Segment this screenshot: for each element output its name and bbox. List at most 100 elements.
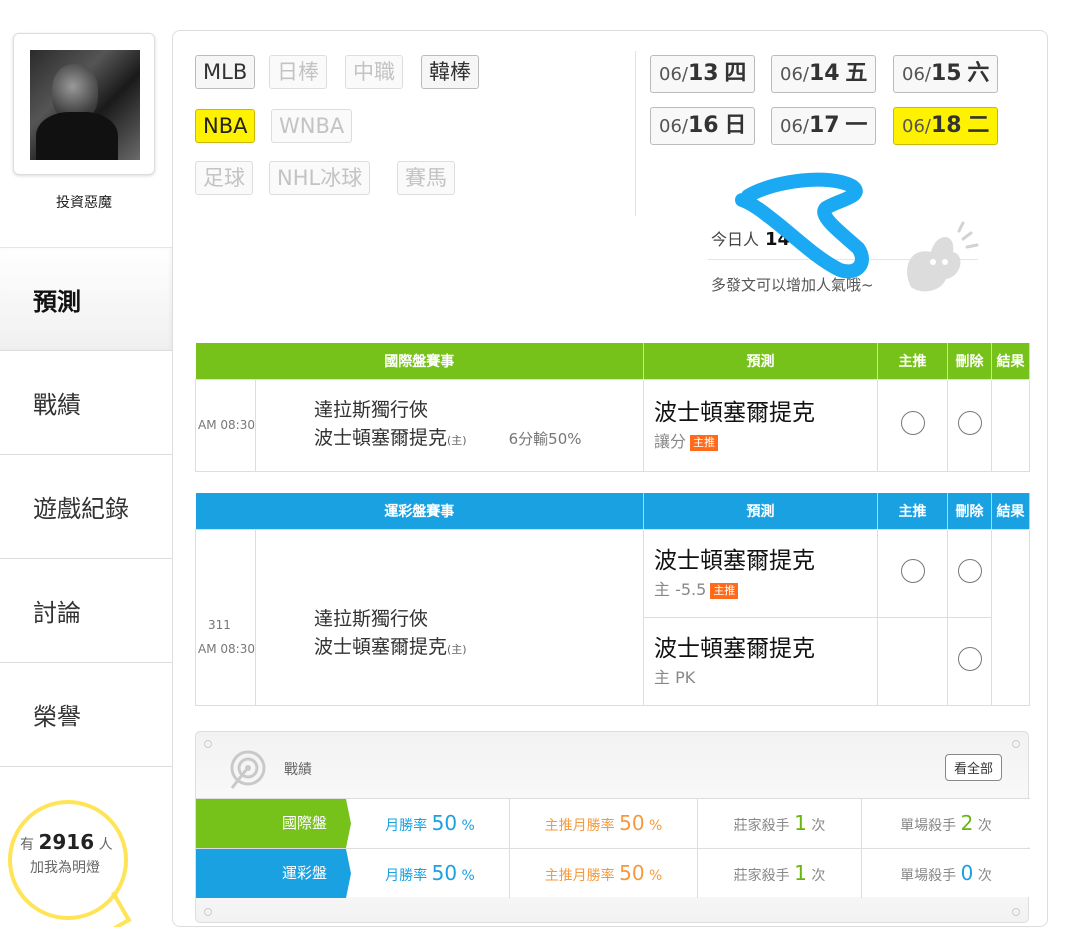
sports-header-main-pick: 主推: [877, 493, 948, 529]
avatar-frame[interactable]: [13, 33, 155, 175]
fans-cta[interactable]: 加我為明燈: [30, 857, 100, 877]
nav-item-game-log[interactable]: 遊戲紀錄: [0, 455, 172, 559]
game-teams: 達拉斯獨行俠 波士頓塞爾提克(主) 6分輸50%: [255, 378, 644, 472]
game-number: 311: [208, 618, 231, 632]
stat-row-sports: 運彩盤 月勝率 50 % 主推月勝率 50 % 莊家殺手 1 次 單場殺手 0 …: [196, 848, 1030, 898]
nav-item-record[interactable]: 戰績: [0, 351, 172, 455]
username: 投資惡魔: [56, 195, 112, 211]
see-all-button[interactable]: 看全部: [944, 754, 1002, 781]
main-pick-radio[interactable]: [900, 411, 925, 435]
nav-item-discussion[interactable]: 討論: [0, 559, 172, 663]
date-button-0616[interactable]: 06/16 日: [650, 107, 756, 145]
date-weekday: 五: [845, 61, 868, 86]
stat-unit: %: [461, 868, 475, 884]
sports-header-delete: 刪除: [947, 493, 992, 529]
delete-cell: [947, 378, 992, 472]
result-cell: [991, 378, 1030, 472]
date-weekday: 二: [967, 113, 990, 138]
date-md: 06/: [659, 116, 688, 137]
fans-widget[interactable]: 有 2916 人 加我為明燈: [0, 800, 172, 927]
main-pick-badge: 主推: [690, 434, 719, 451]
target-icon: [230, 750, 266, 789]
league-chip-cpbl[interactable]: 中職: [345, 55, 403, 89]
prediction-cell: 波士頓塞爾提克 主 PK: [643, 616, 878, 706]
stat-value: 1: [794, 811, 807, 835]
sidebar: 投資惡魔 預測 戰績 遊戲紀錄 討論 榮譽 有 2916 人 加我為明燈: [0, 0, 172, 927]
league-chip-kbo[interactable]: 韓棒: [421, 55, 479, 89]
date-weekday: 日: [724, 113, 747, 138]
date-day: 16: [687, 113, 719, 138]
date-day: 13: [687, 61, 719, 86]
league-chip-wnba[interactable]: WNBA: [271, 109, 353, 143]
stat-caption: 主推月勝率: [544, 868, 615, 884]
table-row: AM 08:30 達拉斯獨行俠 波士頓塞爾提克(主) 6分輸50% 波士頓塞爾提克…: [195, 378, 1030, 472]
stat-value: 2: [960, 811, 974, 835]
date-button-0613[interactable]: 06/13 四: [650, 55, 756, 93]
intl-header-predict: 預測: [643, 343, 878, 379]
stat-month-rate: 月勝率 50 %: [351, 849, 509, 898]
stat-caption: 莊家殺手: [733, 868, 790, 884]
home-team: 波士頓塞爾提克: [314, 635, 448, 658]
league-chip-nhl[interactable]: NHL冰球: [269, 161, 371, 195]
main-pick-cell: [877, 378, 948, 472]
intl-header-result: 結果: [991, 343, 1030, 379]
date-button-0614[interactable]: 06/14 五: [771, 55, 877, 93]
intl-header-game: 國際盤賽事: [195, 343, 644, 379]
filter-divider: [635, 51, 636, 216]
main-pick-cell: [877, 616, 948, 706]
predicted-team: 波士頓塞爾提克: [654, 636, 815, 662]
nav-item-predict[interactable]: 預測: [0, 247, 172, 351]
stat-unit: 次: [811, 868, 826, 884]
away-team: 達拉斯獨行俠: [314, 607, 429, 630]
avatar[interactable]: [30, 50, 140, 160]
stat-main-month-rate: 主推月勝率 50 %: [509, 799, 697, 848]
delete-radio[interactable]: [957, 411, 982, 435]
stat-banker-killer: 莊家殺手 1 次: [697, 849, 861, 898]
sports-header-result: 結果: [991, 493, 1030, 529]
stats-panel: 戰績 看全部 國際盤 月勝率 50 % 主推月勝率 50 % 莊家殺手 1 次 …: [195, 731, 1030, 923]
date-md: 06/: [659, 64, 688, 85]
home-row: 波士頓塞爾提克(主) 6分輸50%: [314, 424, 643, 455]
main-panel: MLB 日棒 中職 韓棒 NBA WNBA 足球 NHL冰球 賽馬 06/13 …: [172, 30, 1048, 927]
league-chip-soccer[interactable]: 足球: [195, 161, 253, 195]
game-info: 311 AM 08:30: [195, 528, 256, 706]
date-button-0618[interactable]: 06/18 二: [893, 107, 999, 145]
league-chip-mlb[interactable]: MLB: [195, 55, 256, 89]
date-day: 17: [808, 113, 840, 138]
date-button-0617[interactable]: 06/17 一: [771, 107, 877, 145]
main-pick-badge: 主推: [710, 582, 739, 599]
stat-main-month-rate: 主推月勝率 50 %: [509, 849, 697, 898]
corner-dot: [204, 908, 212, 916]
nav-item-honor[interactable]: 榮譽: [0, 663, 172, 767]
game-teams: 達拉斯獨行俠 波士頓塞爾提克(主): [255, 528, 644, 706]
date-button-0615[interactable]: 06/15 六: [893, 55, 999, 93]
league-chip-nba[interactable]: NBA: [195, 109, 256, 143]
stat-caption: 月勝率: [385, 868, 428, 884]
home-team: 波士頓塞爾提克: [314, 426, 448, 449]
fans-suffix: 人: [98, 837, 113, 853]
delete-radio[interactable]: [957, 647, 982, 671]
stat-single-killer: 單場殺手 2 次: [861, 799, 1030, 848]
avatar-body: [36, 112, 118, 160]
prediction-type: 主 -5.5 主推: [644, 576, 877, 600]
stat-value: 50: [619, 811, 645, 835]
date-weekday: 一: [845, 113, 868, 138]
sports-header-game: 運彩盤賽事: [195, 493, 644, 529]
league-chip-horse[interactable]: 賽馬: [397, 161, 455, 195]
visits-count: 14: [765, 229, 791, 250]
stat-value: 1: [794, 861, 807, 885]
stat-caption: 主推月勝率: [544, 818, 615, 834]
main-pick-radio[interactable]: [900, 559, 925, 583]
today-visits: 今日人 14: [711, 226, 790, 250]
game-time: AM 08:30: [198, 642, 255, 656]
delete-radio[interactable]: [957, 559, 982, 583]
prediction-type-label: 主 -5.5: [654, 580, 707, 599]
date-md: 06/: [780, 64, 809, 85]
stats-title: 戰績: [284, 762, 312, 778]
date-md: 06/: [902, 116, 931, 137]
intl-game-table: 國際盤賽事 預測 主推 刪除 結果 AM 08:30 達拉斯獨行俠 波士頓塞爾提…: [195, 343, 1030, 472]
stat-value: 50: [619, 861, 645, 885]
league-chip-npb[interactable]: 日棒: [269, 55, 327, 89]
home-tag: (主): [447, 642, 467, 656]
stat-single-killer: 單場殺手 0 次: [861, 849, 1030, 898]
